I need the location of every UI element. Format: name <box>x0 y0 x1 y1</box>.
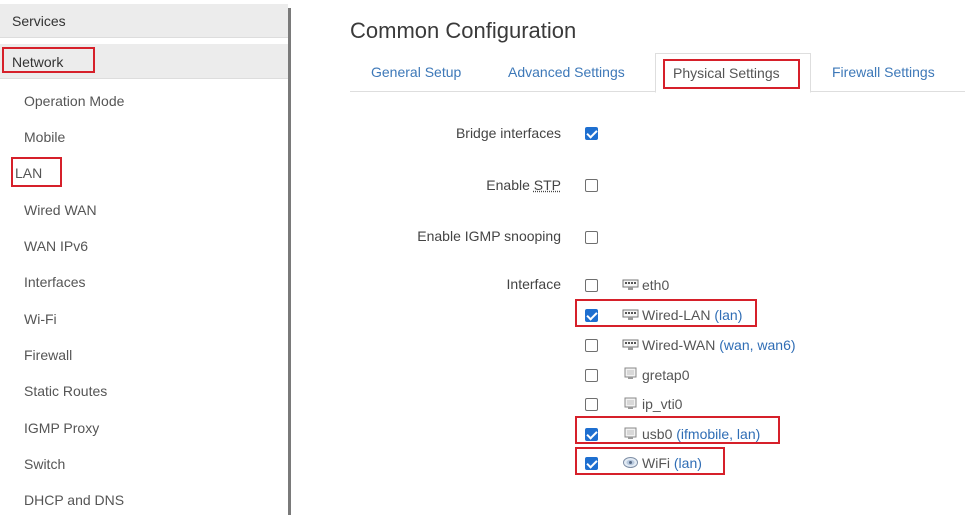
enable-stp-checkbox[interactable] <box>585 179 598 192</box>
interface-label: Interface <box>506 276 561 292</box>
interface-name: eth0 <box>642 277 670 293</box>
interface-gretap0-checkbox[interactable] <box>585 369 598 382</box>
sidebar-section-services-label: Services <box>12 13 66 29</box>
sidebar-item-switch[interactable]: Switch <box>24 451 65 477</box>
interface-eth0-checkbox[interactable] <box>585 279 598 292</box>
sidebar-item-dhcp-dns[interactable]: DHCP and DNS <box>24 487 124 513</box>
interface-name: Wired-WAN <box>642 337 716 353</box>
tunnel-icon <box>624 397 637 409</box>
enable-stp-label: Enable STP <box>486 177 561 193</box>
interface-wired-wan-label: Wired-WAN (wan, wan6) <box>642 337 796 353</box>
divider <box>0 78 288 79</box>
highlight-network <box>2 47 95 73</box>
interface-ip-vti0-checkbox[interactable] <box>585 398 598 411</box>
interface-name: ip_vti0 <box>642 396 683 412</box>
sidebar-section-services[interactable]: Services <box>0 4 288 38</box>
page-title: Common Configuration <box>350 18 577 43</box>
highlight-usb0 <box>575 416 780 444</box>
interface-wired-wan-checkbox[interactable] <box>585 339 598 352</box>
tab-general-setup[interactable]: General Setup <box>371 64 461 80</box>
bridge-interfaces-checkbox[interactable] <box>585 127 598 140</box>
stp-abbr: STP <box>533 177 561 193</box>
tab-firewall-settings[interactable]: Firewall Settings <box>832 64 935 80</box>
sidebar-item-mobile[interactable]: Mobile <box>24 124 65 150</box>
ethernet-icon <box>622 339 639 350</box>
sidebar-divider <box>288 8 291 515</box>
sidebar-item-wifi[interactable]: Wi-Fi <box>24 306 57 332</box>
highlight-physical-settings <box>663 59 800 89</box>
sidebar-item-wan-ipv6[interactable]: WAN IPv6 <box>24 233 88 259</box>
highlight-lan <box>11 157 62 187</box>
sidebar-item-igmp-proxy[interactable]: IGMP Proxy <box>24 415 99 441</box>
enable-stp-prefix: Enable <box>486 177 534 193</box>
ethernet-icon <box>622 279 639 290</box>
interface-name: gretap0 <box>642 367 690 383</box>
highlight-wired-lan <box>575 299 757 327</box>
interface-ip-vti0-label: ip_vti0 <box>642 396 682 412</box>
interface-gretap0-label: gretap0 <box>642 367 689 383</box>
enable-igmp-snooping-label: Enable IGMP snooping <box>417 228 561 244</box>
sidebar-item-operation-mode[interactable]: Operation Mode <box>24 88 124 114</box>
sidebar: Services Network Operation Mode Mobile L… <box>0 0 291 515</box>
interface-eth0-label: eth0 <box>642 277 669 293</box>
highlight-wifi <box>575 447 725 475</box>
tab-advanced-settings[interactable]: Advanced Settings <box>508 64 625 80</box>
sidebar-item-static-routes[interactable]: Static Routes <box>24 378 107 404</box>
sidebar-item-firewall[interactable]: Firewall <box>24 342 72 368</box>
interface-zones[interactable]: (wan, wan6) <box>719 337 795 353</box>
tunnel-icon <box>624 367 637 379</box>
bridge-interfaces-label: Bridge interfaces <box>455 125 561 141</box>
enable-igmp-snooping-checkbox[interactable] <box>585 231 598 244</box>
sidebar-item-wired-wan[interactable]: Wired WAN <box>24 197 97 223</box>
divider <box>0 37 288 38</box>
sidebar-item-interfaces[interactable]: Interfaces <box>24 269 85 295</box>
